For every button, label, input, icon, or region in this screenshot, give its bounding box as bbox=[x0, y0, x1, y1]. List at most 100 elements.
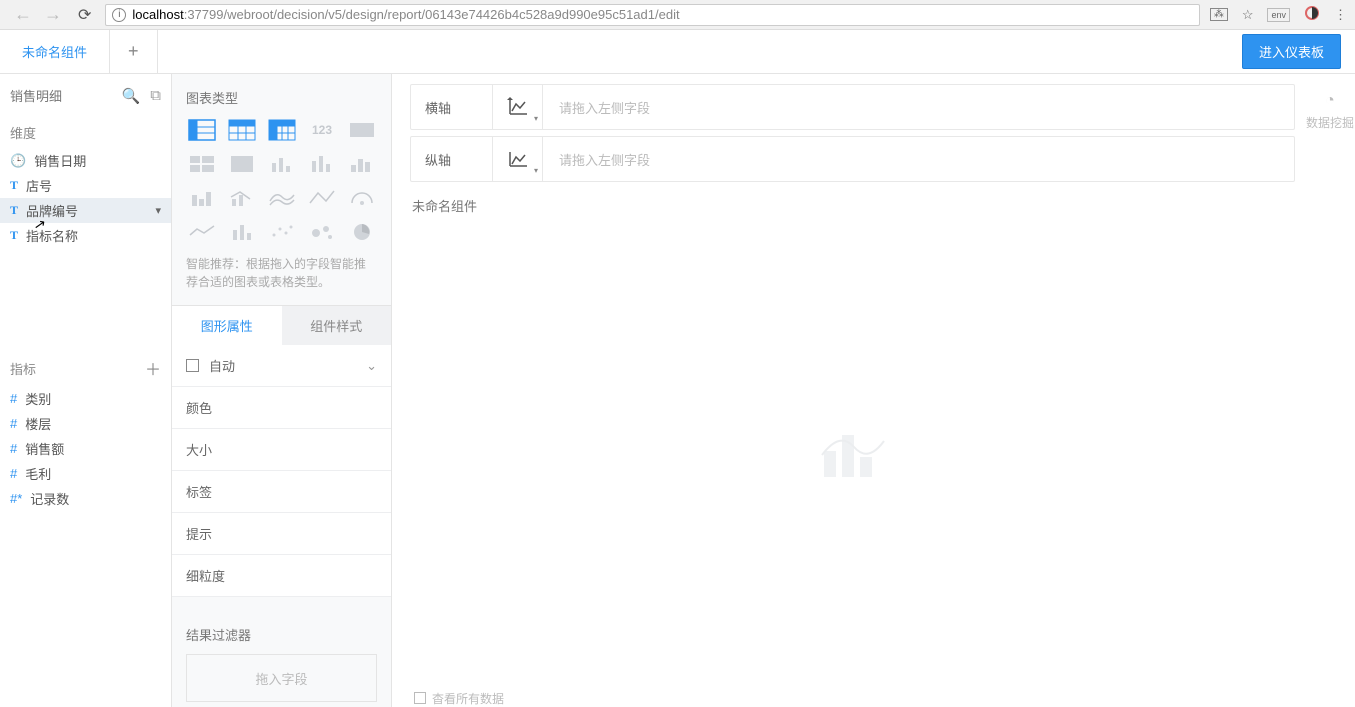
chart-type-stacked[interactable] bbox=[186, 185, 218, 211]
prop-row-0[interactable]: 颜色 bbox=[172, 387, 391, 429]
result-filter-dropzone[interactable]: 拖入字段 bbox=[186, 654, 377, 702]
chart-type-bubble[interactable] bbox=[306, 219, 338, 245]
prop-label: 颜色 bbox=[186, 398, 212, 417]
chart-type-title: 图表类型 bbox=[186, 88, 377, 107]
number-type-icon: #* bbox=[10, 491, 22, 506]
dimension-header: 维度 bbox=[0, 113, 171, 148]
tab-graphic-props[interactable]: 图形属性 bbox=[172, 306, 282, 345]
metric-field-label: 楼层 bbox=[25, 414, 51, 433]
plus-icon: + bbox=[128, 41, 139, 62]
back-icon: ← bbox=[8, 4, 38, 25]
vaxis-label: 纵轴 bbox=[425, 150, 451, 169]
chart-type-heat1[interactable] bbox=[186, 151, 218, 177]
ext-icon[interactable] bbox=[1304, 5, 1320, 24]
metric-field-3[interactable]: # 毛利 bbox=[0, 461, 171, 486]
number-type-icon: # bbox=[10, 466, 17, 481]
metric-field-label: 毛利 bbox=[25, 464, 51, 483]
haxis-type-icon[interactable]: ▾ bbox=[493, 85, 543, 129]
vaxis-bar[interactable]: 纵轴 ▾ 请拖入左侧字段 bbox=[410, 136, 1295, 182]
chart-type-line1[interactable] bbox=[306, 185, 338, 211]
prop-label: 大小 bbox=[186, 440, 212, 459]
dim-field-1[interactable]: T 店号 bbox=[0, 173, 171, 198]
chart-type-table3[interactable] bbox=[266, 117, 298, 143]
star-icon[interactable]: ☆ bbox=[1242, 7, 1254, 23]
chart-type-gauge[interactable] bbox=[346, 185, 378, 211]
metric-field-2[interactable]: # 销售额 bbox=[0, 436, 171, 461]
config-panel: 图表类型 123 bbox=[172, 74, 392, 707]
translate-icon[interactable]: ⁂ bbox=[1210, 8, 1228, 21]
prop-row-1[interactable]: 大小 bbox=[172, 429, 391, 471]
url-host: localhost bbox=[132, 7, 183, 22]
metric-field-label: 记录数 bbox=[30, 489, 69, 508]
square-icon bbox=[186, 359, 199, 372]
prop-row-2[interactable]: 标签 bbox=[172, 471, 391, 513]
dim-field-0[interactable]: 🕒销售日期 bbox=[0, 148, 171, 173]
chart-type-table1[interactable] bbox=[186, 117, 218, 143]
chart-type-table2[interactable] bbox=[226, 117, 258, 143]
chrome-menu-icon[interactable]: ⋮ bbox=[1334, 7, 1347, 23]
chart-type-hint: 智能推荐：根据拖入的字段智能推荐合适的图表或表格类型。 bbox=[186, 251, 377, 301]
ext-badge[interactable]: env bbox=[1267, 8, 1290, 22]
tab-component-style[interactable]: 组件样式 bbox=[282, 306, 392, 345]
enter-dashboard-label: 进入仪表板 bbox=[1259, 45, 1324, 60]
number-type-icon: # bbox=[10, 441, 17, 456]
enter-dashboard-button[interactable]: 进入仪表板 bbox=[1242, 34, 1341, 69]
data-panel: 销售明细 🔍 ⧉ 维度 🕒销售日期T店号T品牌编号↖T指标名称 指标 ＋ #类别… bbox=[0, 74, 172, 707]
clock-icon: 🕒 bbox=[10, 153, 26, 169]
dim-field-label: 品牌编号 bbox=[26, 201, 78, 220]
checkbox-icon bbox=[414, 692, 426, 704]
add-tab-button[interactable]: + bbox=[110, 30, 158, 73]
dim-field-label: 指标名称 bbox=[26, 226, 78, 245]
chart-type-bar1[interactable] bbox=[266, 151, 298, 177]
prop-auto[interactable]: 自动 ⌄ bbox=[172, 345, 391, 387]
chart-type-grey1[interactable] bbox=[346, 117, 378, 143]
chevron-down-icon: ⌄ bbox=[366, 358, 377, 374]
prop-label: 细粒度 bbox=[186, 566, 225, 585]
component-tab-label: 未命名组件 bbox=[22, 42, 87, 61]
dataset-settings-icon[interactable]: ⧉ bbox=[150, 87, 161, 105]
text-type-icon: T bbox=[10, 203, 18, 218]
info-icon: i bbox=[112, 8, 126, 22]
search-icon[interactable]: 🔍 bbox=[122, 87, 141, 105]
chart-type-bar3[interactable] bbox=[346, 151, 378, 177]
chart-type-grid: 123 bbox=[186, 117, 377, 245]
vaxis-placeholder: 请拖入左侧字段 bbox=[543, 150, 650, 169]
forward-icon: → bbox=[38, 4, 68, 25]
reload-icon[interactable]: ⟳ bbox=[68, 5, 101, 25]
right-sidebar[interactable]: ◔ 数据挖掘 bbox=[1305, 74, 1355, 707]
chart-type-bar2[interactable] bbox=[306, 151, 338, 177]
dim-field-2[interactable]: T品牌编号↖ bbox=[0, 198, 171, 223]
chart-type-area[interactable] bbox=[266, 185, 298, 211]
dataset-name: 销售明细 bbox=[10, 86, 62, 105]
haxis-label: 横轴 bbox=[425, 98, 451, 117]
chart-type-scatter[interactable] bbox=[266, 219, 298, 245]
text-type-icon: T bbox=[10, 178, 18, 193]
haxis-placeholder: 请拖入左侧字段 bbox=[543, 98, 650, 117]
metric-field-4[interactable]: #* 记录数 bbox=[0, 486, 171, 511]
add-metric-button[interactable]: ＋ bbox=[145, 356, 161, 380]
chart-type-combo[interactable] bbox=[226, 185, 258, 211]
canvas-component-title: 未命名组件 bbox=[412, 196, 1295, 215]
view-all-data-label: 杳看所有数据 bbox=[432, 690, 504, 706]
metric-field-0[interactable]: #类别 bbox=[0, 386, 171, 411]
chart-type-kpi[interactable]: 123 bbox=[306, 117, 338, 143]
metric-field-1[interactable]: #楼层 bbox=[0, 411, 171, 436]
chart-type-line2[interactable] bbox=[186, 219, 218, 245]
prop-row-4[interactable]: 细粒度 bbox=[172, 555, 391, 597]
dim-field-label: 店号 bbox=[26, 176, 52, 195]
chart-type-pie[interactable] bbox=[346, 219, 378, 245]
metric-field-label: 类别 bbox=[25, 389, 51, 408]
prop-auto-label: 自动 bbox=[209, 356, 235, 375]
chart-type-bar4[interactable] bbox=[226, 219, 258, 245]
url-bar[interactable]: i localhost:37799/webroot/decision/v5/de… bbox=[105, 4, 1199, 26]
canvas-body bbox=[410, 215, 1295, 687]
vaxis-type-icon[interactable]: ▾ bbox=[493, 137, 543, 181]
chart-type-heat2[interactable] bbox=[226, 151, 258, 177]
filter-placeholder: 拖入字段 bbox=[255, 669, 307, 688]
prop-row-3[interactable]: 提示 bbox=[172, 513, 391, 555]
dim-field-3[interactable]: T指标名称 bbox=[0, 223, 171, 248]
haxis-bar[interactable]: 横轴 ▾ 请拖入左侧字段 bbox=[410, 84, 1295, 130]
metric-field-label: 销售额 bbox=[25, 439, 64, 458]
component-tab[interactable]: 未命名组件 bbox=[0, 30, 110, 73]
view-all-data[interactable]: 杳看所有数据 bbox=[410, 687, 1295, 705]
